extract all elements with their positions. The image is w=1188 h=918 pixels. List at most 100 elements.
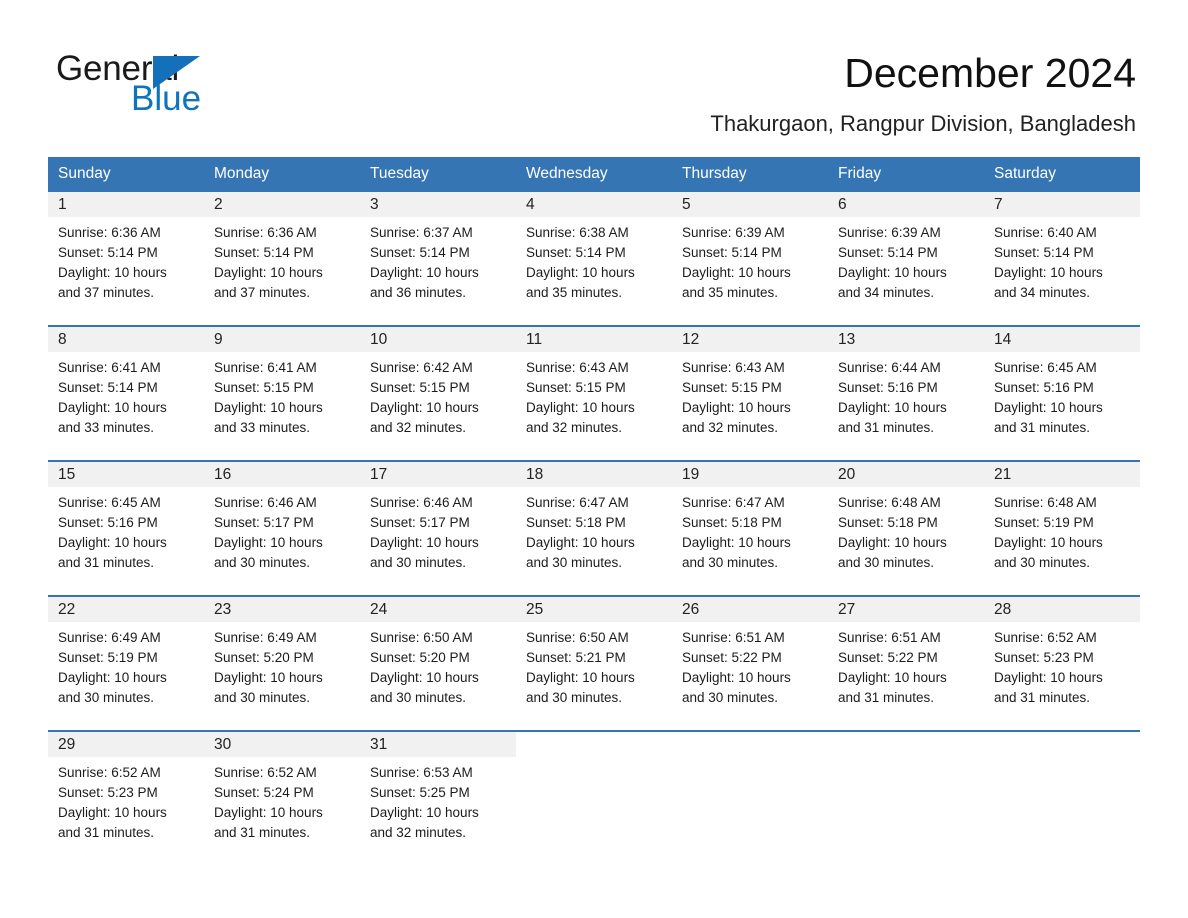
day-cell[interactable]: 26 Sunrise: 6:51 AM Sunset: 5:22 PM Dayligh… bbox=[672, 595, 828, 731]
daylight-text-line1: Daylight: 10 hours bbox=[58, 400, 167, 415]
sunset-text: Sunset: 5:20 PM bbox=[214, 650, 314, 665]
sunrise-text: Sunrise: 6:49 AM bbox=[58, 630, 161, 645]
day-details: Sunrise: 6:40 AM Sunset: 5:14 PM Daylight:… bbox=[984, 217, 1140, 303]
day-number: 24 bbox=[360, 597, 516, 622]
day-details: Sunrise: 6:49 AM Sunset: 5:20 PM Daylight:… bbox=[204, 622, 360, 708]
day-cell[interactable]: 4 Sunrise: 6:38 AM Sunset: 5:14 PM Daylight… bbox=[516, 192, 672, 326]
day-cell[interactable]: 14 Sunrise: 6:45 AM Sunset: 5:16 PM Dayligh… bbox=[984, 325, 1140, 461]
daylight-text-line1: Daylight: 10 hours bbox=[214, 265, 323, 280]
sunset-text: Sunset: 5:17 PM bbox=[370, 515, 470, 530]
day-details: Sunrise: 6:43 AM Sunset: 5:15 PM Daylight:… bbox=[672, 352, 828, 438]
day-cell[interactable]: 19 Sunrise: 6:47 AM Sunset: 5:18 PM Dayligh… bbox=[672, 460, 828, 596]
daylight-text-line2: and 33 minutes. bbox=[58, 420, 155, 435]
sunset-text: Sunset: 5:14 PM bbox=[370, 245, 470, 260]
calendar-body: 1 Sunrise: 6:36 AM Sunset: 5:14 PM Daylight… bbox=[48, 192, 1140, 868]
day-cell[interactable]: 6 Sunrise: 6:39 AM Sunset: 5:14 PM Daylight… bbox=[828, 192, 984, 326]
day-cell-empty bbox=[828, 730, 984, 868]
sunset-text: Sunset: 5:23 PM bbox=[58, 785, 158, 800]
daylight-text-line2: and 35 minutes. bbox=[682, 285, 779, 300]
day-cell[interactable]: 5 Sunrise: 6:39 AM Sunset: 5:14 PM Daylight… bbox=[672, 192, 828, 326]
day-cell[interactable]: 27 Sunrise: 6:51 AM Sunset: 5:22 PM Dayligh… bbox=[828, 595, 984, 731]
day-cell[interactable]: 9 Sunrise: 6:41 AM Sunset: 5:15 PM Daylight… bbox=[204, 325, 360, 461]
daylight-text-line1: Daylight: 10 hours bbox=[838, 265, 947, 280]
sunrise-text: Sunrise: 6:41 AM bbox=[58, 360, 161, 375]
day-cell[interactable]: 17 Sunrise: 6:46 AM Sunset: 5:17 PM Dayligh… bbox=[360, 460, 516, 596]
day-cell[interactable]: 16 Sunrise: 6:46 AM Sunset: 5:17 PM Dayligh… bbox=[204, 460, 360, 596]
daylight-text-line2: and 37 minutes. bbox=[214, 285, 311, 300]
calendar-page: General Blue December 2024 Thakurgaon, R… bbox=[0, 0, 1188, 918]
day-cell[interactable]: 13 Sunrise: 6:44 AM Sunset: 5:16 PM Dayligh… bbox=[828, 325, 984, 461]
day-details: Sunrise: 6:51 AM Sunset: 5:22 PM Daylight:… bbox=[828, 622, 984, 708]
sunrise-text: Sunrise: 6:41 AM bbox=[214, 360, 317, 375]
daylight-text-line1: Daylight: 10 hours bbox=[370, 805, 479, 820]
sunrise-text: Sunrise: 6:50 AM bbox=[526, 630, 629, 645]
day-cell[interactable]: 10 Sunrise: 6:42 AM Sunset: 5:15 PM Dayligh… bbox=[360, 325, 516, 461]
sunrise-text: Sunrise: 6:43 AM bbox=[526, 360, 629, 375]
sunset-text: Sunset: 5:14 PM bbox=[214, 245, 314, 260]
day-cell[interactable]: 29 Sunrise: 6:52 AM Sunset: 5:23 PM Dayligh… bbox=[48, 730, 204, 868]
day-number: 23 bbox=[204, 597, 360, 622]
day-cell[interactable]: 25 Sunrise: 6:50 AM Sunset: 5:21 PM Dayligh… bbox=[516, 595, 672, 731]
day-number: 17 bbox=[360, 462, 516, 487]
sunset-text: Sunset: 5:14 PM bbox=[58, 380, 158, 395]
day-number: 5 bbox=[672, 192, 828, 217]
day-cell[interactable]: 30 Sunrise: 6:52 AM Sunset: 5:24 PM Dayligh… bbox=[204, 730, 360, 868]
sunrise-text: Sunrise: 6:45 AM bbox=[58, 495, 161, 510]
day-number: 10 bbox=[360, 327, 516, 352]
sunset-text: Sunset: 5:15 PM bbox=[526, 380, 626, 395]
day-cell[interactable]: 3 Sunrise: 6:37 AM Sunset: 5:14 PM Daylight… bbox=[360, 192, 516, 326]
week-row: 1 Sunrise: 6:36 AM Sunset: 5:14 PM Daylight… bbox=[48, 192, 1140, 326]
weekday-header-wednesday: Wednesday bbox=[516, 157, 672, 192]
day-cell[interactable]: 20 Sunrise: 6:48 AM Sunset: 5:18 PM Dayligh… bbox=[828, 460, 984, 596]
day-cell[interactable]: 24 Sunrise: 6:50 AM Sunset: 5:20 PM Dayligh… bbox=[360, 595, 516, 731]
day-cell[interactable]: 12 Sunrise: 6:43 AM Sunset: 5:15 PM Dayligh… bbox=[672, 325, 828, 461]
page-header: General Blue December 2024 Thakurgaon, R… bbox=[0, 0, 1188, 137]
sunrise-text: Sunrise: 6:36 AM bbox=[214, 225, 317, 240]
day-cell-empty bbox=[672, 730, 828, 868]
day-cell[interactable]: 11 Sunrise: 6:43 AM Sunset: 5:15 PM Dayligh… bbox=[516, 325, 672, 461]
sunset-text: Sunset: 5:14 PM bbox=[58, 245, 158, 260]
daylight-text-line1: Daylight: 10 hours bbox=[682, 535, 791, 550]
day-number: 25 bbox=[516, 597, 672, 622]
day-cell[interactable]: 8 Sunrise: 6:41 AM Sunset: 5:14 PM Daylight… bbox=[48, 325, 204, 461]
day-cell[interactable]: 2 Sunrise: 6:36 AM Sunset: 5:14 PM Daylight… bbox=[204, 192, 360, 326]
daylight-text-line2: and 31 minutes. bbox=[214, 825, 311, 840]
day-number: 1 bbox=[48, 192, 204, 217]
day-cell[interactable]: 7 Sunrise: 6:40 AM Sunset: 5:14 PM Daylight… bbox=[984, 192, 1140, 326]
day-cell[interactable]: 18 Sunrise: 6:47 AM Sunset: 5:18 PM Dayligh… bbox=[516, 460, 672, 596]
day-cell[interactable]: 15 Sunrise: 6:45 AM Sunset: 5:16 PM Dayligh… bbox=[48, 460, 204, 596]
day-cell[interactable]: 31 Sunrise: 6:53 AM Sunset: 5:25 PM Dayligh… bbox=[360, 730, 516, 868]
day-number: 18 bbox=[516, 462, 672, 487]
day-number bbox=[984, 732, 1140, 757]
sunset-text: Sunset: 5:15 PM bbox=[370, 380, 470, 395]
day-number: 15 bbox=[48, 462, 204, 487]
sunset-text: Sunset: 5:19 PM bbox=[994, 515, 1094, 530]
daylight-text-line1: Daylight: 10 hours bbox=[58, 265, 167, 280]
daylight-text-line2: and 31 minutes. bbox=[58, 825, 155, 840]
day-cell[interactable]: 28 Sunrise: 6:52 AM Sunset: 5:23 PM Dayligh… bbox=[984, 595, 1140, 731]
sunset-text: Sunset: 5:16 PM bbox=[838, 380, 938, 395]
daylight-text-line2: and 34 minutes. bbox=[994, 285, 1091, 300]
daylight-text-line2: and 35 minutes. bbox=[526, 285, 623, 300]
week-row: 29 Sunrise: 6:52 AM Sunset: 5:23 PM Dayligh… bbox=[48, 730, 1140, 868]
sunrise-text: Sunrise: 6:51 AM bbox=[838, 630, 941, 645]
day-details: Sunrise: 6:46 AM Sunset: 5:17 PM Daylight:… bbox=[360, 487, 516, 573]
daylight-text-line2: and 30 minutes. bbox=[682, 555, 779, 570]
day-cell[interactable]: 21 Sunrise: 6:48 AM Sunset: 5:19 PM Dayligh… bbox=[984, 460, 1140, 596]
day-number: 4 bbox=[516, 192, 672, 217]
daylight-text-line1: Daylight: 10 hours bbox=[214, 670, 323, 685]
day-cell[interactable]: 1 Sunrise: 6:36 AM Sunset: 5:14 PM Daylight… bbox=[48, 192, 204, 326]
day-details: Sunrise: 6:41 AM Sunset: 5:15 PM Daylight:… bbox=[204, 352, 360, 438]
general-blue-logo[interactable]: General Blue bbox=[56, 50, 266, 124]
sunrise-text: Sunrise: 6:39 AM bbox=[838, 225, 941, 240]
daylight-text-line1: Daylight: 10 hours bbox=[682, 670, 791, 685]
sunrise-text: Sunrise: 6:40 AM bbox=[994, 225, 1097, 240]
day-number: 31 bbox=[360, 732, 516, 757]
sunrise-text: Sunrise: 6:48 AM bbox=[994, 495, 1097, 510]
sunset-text: Sunset: 5:14 PM bbox=[994, 245, 1094, 260]
day-number: 7 bbox=[984, 192, 1140, 217]
sunrise-text: Sunrise: 6:50 AM bbox=[370, 630, 473, 645]
daylight-text-line1: Daylight: 10 hours bbox=[370, 265, 479, 280]
day-cell[interactable]: 23 Sunrise: 6:49 AM Sunset: 5:20 PM Dayligh… bbox=[204, 595, 360, 731]
day-cell[interactable]: 22 Sunrise: 6:49 AM Sunset: 5:19 PM Dayligh… bbox=[48, 595, 204, 731]
